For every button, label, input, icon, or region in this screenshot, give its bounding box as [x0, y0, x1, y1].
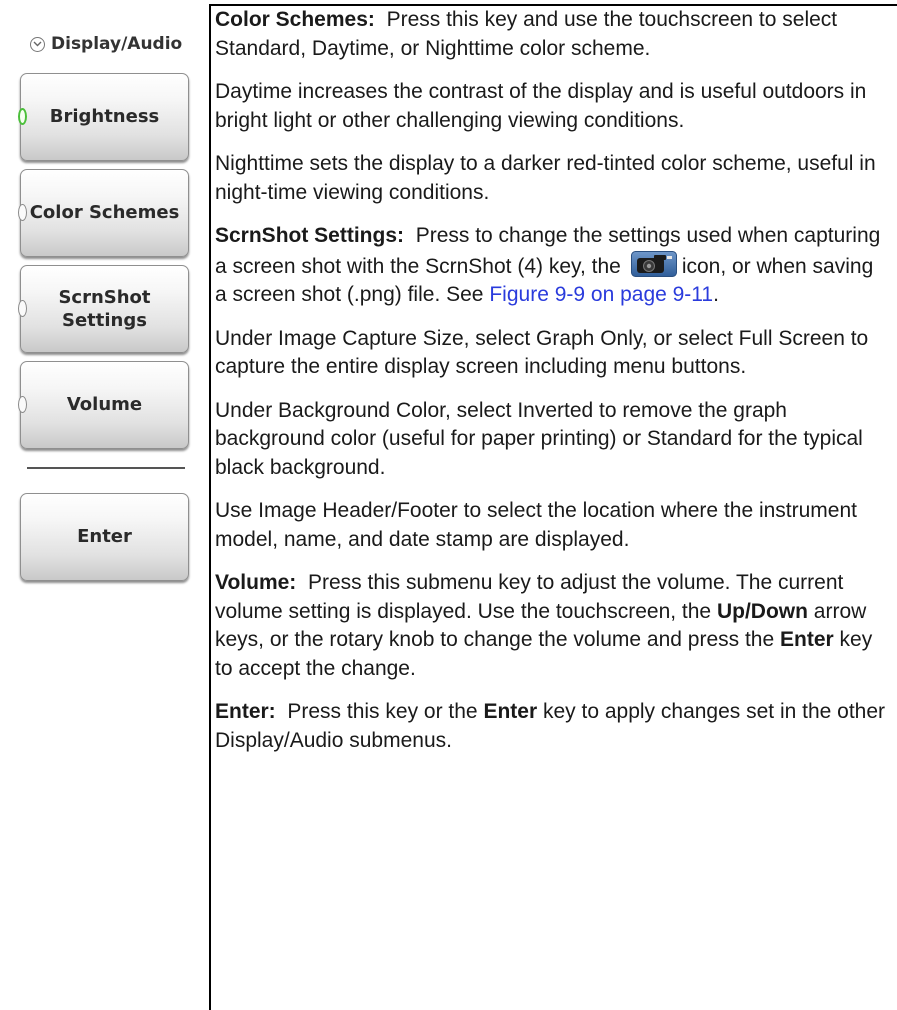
enter-button[interactable]: Enter: [20, 493, 189, 581]
volume-button[interactable]: Volume: [18, 361, 189, 449]
enter-paragraph: Enter: Press this key or the Enter key t…: [215, 698, 887, 755]
column-divider: [209, 4, 211, 1010]
indicator: [18, 396, 27, 413]
menu-title[interactable]: Display/Audio: [30, 34, 182, 54]
camera-icon: [630, 250, 677, 277]
enter-button-label: Enter: [77, 526, 132, 548]
scrnshot-paragraph: ScrnShot Settings: Press to change the s…: [215, 222, 887, 310]
period: .: [713, 283, 719, 306]
daytime-paragraph: Daytime increases the contrast of the di…: [215, 80, 867, 132]
term-enter: Enter:: [215, 700, 276, 723]
brightness-button[interactable]: Brightness: [18, 73, 189, 161]
softkey-panel: Display/Audio Brightness Color Schemes S…: [0, 0, 209, 1010]
menu-title-label: Display/Audio: [51, 34, 183, 54]
chevron-down-icon: [30, 36, 45, 52]
image-capture-paragraph: Under Image Capture Size, select Graph O…: [215, 326, 869, 379]
term-volume: Volume:: [215, 571, 297, 594]
scrnshot-settings-button[interactable]: ScrnShot Settings: [18, 265, 189, 353]
background-color-paragraph: Under Background Color, select Inverted …: [215, 398, 863, 479]
enter-key-label: Enter: [483, 700, 538, 723]
header-footer-paragraph: Use Image Header/Footer to select the lo…: [215, 499, 857, 551]
color-schemes-paragraph: Color Schemes: Press this key and use th…: [215, 6, 887, 63]
term-color-schemes: Color Schemes:: [215, 8, 375, 31]
enter-key-label: Enter: [780, 628, 834, 651]
up-down-key-label: Up/Down: [716, 599, 808, 623]
figure-link[interactable]: Figure 9-9 on page 9-11: [489, 283, 713, 306]
volume-paragraph: Volume: Press this submenu key to adjust…: [215, 569, 887, 683]
nighttime-paragraph: Nighttime sets the display to a darker r…: [215, 152, 876, 204]
indicator: [18, 300, 27, 317]
volume-button-label: Volume: [66, 394, 143, 416]
description-column: Color Schemes: Press this key and use th…: [215, 6, 887, 770]
color-schemes-button-label: Color Schemes: [29, 202, 180, 224]
brightness-button-label: Brightness: [49, 106, 160, 128]
menu-separator: [27, 467, 185, 469]
active-indicator: [18, 108, 27, 125]
indicator: [18, 204, 27, 221]
enter-text-1: Press this key or the: [287, 700, 478, 723]
term-scrnshot-settings: ScrnShot Settings:: [215, 224, 405, 247]
see-label: See: [446, 283, 484, 306]
scrnshot-settings-button-label: ScrnShot Settings: [58, 286, 151, 331]
color-schemes-button[interactable]: Color Schemes: [18, 169, 189, 257]
